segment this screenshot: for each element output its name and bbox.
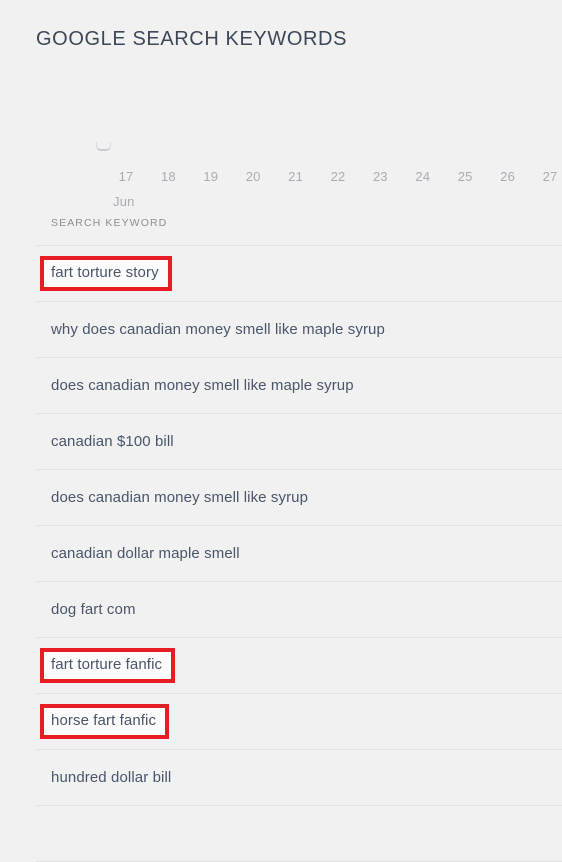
date-tick: 17 [118,169,134,184]
date-axis: 17 18 19 20 21 22 23 24 25 26 27 Jun [0,66,562,209]
table-row[interactable]: dog fart com [36,582,562,638]
table-header-row: SEARCH KEYWORD [36,200,562,246]
keyword-text: canadian $100 bill [51,433,174,450]
keyword-text: horse fart fanfic [39,704,170,739]
keyword-text: hundred dollar bill [51,769,172,786]
table-row[interactable]: does canadian money smell like maple syr… [36,358,562,414]
table-row[interactable]: horse fart fanfic [36,694,562,750]
column-header-search-keyword: SEARCH KEYWORD [51,216,168,229]
table-body: fart torture story why does canadian mone… [36,246,562,862]
keyword-text: dog fart com [51,601,136,618]
date-tick: 26 [500,169,516,184]
keyword-text: fart torture fanfic [39,648,176,683]
date-tick: 21 [288,169,304,184]
date-tick: 22 [330,169,346,184]
keyword-text: does canadian money smell like syrup [51,489,309,506]
table-row[interactable]: why does canadian money smell like maple… [36,302,562,358]
table-row[interactable]: hundred dollar bill [36,750,562,806]
page-title: GOOGLE SEARCH KEYWORDS [36,28,348,51]
date-tick: 19 [203,169,219,184]
chart-curve-fragment [96,142,111,151]
keyword-text: fart torture story [40,256,172,291]
table-row[interactable] [36,806,562,862]
table-row[interactable]: canadian $100 bill [36,414,562,470]
table-row[interactable]: fart torture fanfic [36,638,562,694]
keyword-text: does canadian money smell like maple syr… [51,377,354,394]
date-tick: 20 [245,169,261,184]
keyword-text: why does canadian money smell like maple… [51,321,385,338]
date-tick: 27 [542,169,558,184]
table-row[interactable]: canadian dollar maple smell [36,526,562,582]
date-tick: 25 [457,169,473,184]
date-tick: 23 [372,169,388,184]
date-tick: 18 [160,169,176,184]
date-tick: 24 [415,169,431,184]
table-row[interactable]: does canadian money smell like syrup [36,470,562,526]
search-keyword-table: SEARCH KEYWORD fart torture story why doe… [36,200,562,862]
date-tick-row: 17 18 19 20 21 22 23 24 25 26 27 [0,169,562,187]
keyword-text: canadian dollar maple smell [51,545,240,562]
table-row[interactable]: fart torture story [36,246,562,302]
